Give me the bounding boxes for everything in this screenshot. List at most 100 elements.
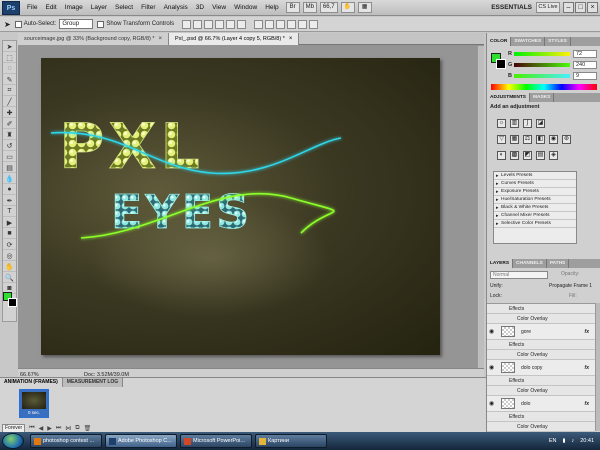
tab-paths[interactable]: PATHS: [547, 259, 570, 268]
3d-orbit-tool-icon[interactable]: ◎: [3, 251, 16, 261]
align-right-icon[interactable]: [237, 19, 247, 29]
history-brush-tool-icon[interactable]: ↺: [3, 141, 16, 151]
brightness-contrast-icon[interactable]: ☼: [497, 119, 506, 128]
layers-scrollbar[interactable]: [595, 303, 600, 431]
threshold-icon[interactable]: ◩: [523, 151, 532, 160]
propagate-frame-checkbox[interactable]: Propagate Frame 1: [549, 283, 592, 289]
play-icon[interactable]: ▶: [47, 425, 52, 432]
eraser-tool-icon[interactable]: ▭: [3, 152, 16, 162]
eye-icon[interactable]: ◉: [489, 324, 494, 340]
tab-adjustments[interactable]: ADJUSTMENTS: [487, 93, 530, 102]
selective-color-icon[interactable]: ◈: [549, 151, 558, 160]
align-bottom-icon[interactable]: [204, 19, 214, 29]
menu-help[interactable]: Help: [261, 0, 282, 16]
invert-icon[interactable]: ◐: [497, 151, 506, 160]
menu-file[interactable]: File: [23, 0, 41, 16]
posterize-icon[interactable]: ▩: [510, 151, 519, 160]
layer-effect-item[interactable]: Color Overlay: [487, 350, 595, 360]
menu-select[interactable]: Select: [111, 0, 137, 16]
fx-icon[interactable]: fx: [585, 324, 589, 340]
rectangle-tool-icon[interactable]: ■: [3, 229, 16, 239]
auto-select-checkbox[interactable]: [14, 20, 22, 28]
3d-rotate-tool-icon[interactable]: ⟳: [3, 240, 16, 250]
menu-window[interactable]: Window: [230, 0, 261, 16]
color-spectrum-ramp[interactable]: [491, 84, 597, 90]
path-selection-tool-icon[interactable]: ▶: [3, 218, 16, 228]
red-slider[interactable]: [514, 51, 570, 56]
canvas-scrollbar[interactable]: [477, 46, 484, 368]
duplicate-frame-icon[interactable]: ⧉: [75, 425, 79, 432]
fx-icon[interactable]: fx: [585, 360, 589, 376]
align-middle-icon[interactable]: [193, 19, 203, 29]
layer-effect-item[interactable]: Color Overlay: [487, 386, 595, 396]
vibrance-icon[interactable]: ▽: [497, 135, 506, 144]
move-tool-icon[interactable]: ➤: [3, 42, 16, 52]
channel-mixer-icon[interactable]: ⊛: [562, 135, 571, 144]
layer-effect-item[interactable]: Color Overlay: [487, 422, 595, 432]
preset-levels[interactable]: Levels Presets: [494, 172, 576, 180]
background-color-swatch[interactable]: [8, 298, 17, 307]
hand-tool-icon[interactable]: ✋: [340, 2, 355, 13]
exposure-icon[interactable]: ◪: [536, 119, 545, 128]
preset-curves[interactable]: Curves Presets: [494, 180, 576, 188]
delete-frame-icon[interactable]: 🗑: [84, 425, 92, 432]
menu-image[interactable]: Image: [61, 0, 87, 16]
type-tool-icon[interactable]: T: [3, 207, 16, 217]
preset-exposure[interactable]: Exposure Presets: [494, 188, 576, 196]
levels-icon[interactable]: ▥: [510, 119, 519, 128]
auto-select-dropdown[interactable]: Group: [59, 19, 94, 29]
preset-selective-color[interactable]: Selective Color Presets: [494, 220, 576, 228]
distribute-middle-icon[interactable]: [265, 19, 275, 29]
minibridge-icon[interactable]: Mb: [302, 2, 317, 13]
tab-color[interactable]: COLOR: [487, 37, 512, 46]
gradient-tool-icon[interactable]: ▤: [3, 163, 16, 173]
previous-frame-icon[interactable]: ◀: [39, 425, 44, 432]
menu-edit[interactable]: Edit: [41, 0, 60, 16]
layer-effects-row[interactable]: Effects: [487, 304, 595, 314]
fx-icon[interactable]: fx: [585, 396, 589, 412]
language-indicator[interactable]: EN: [549, 438, 557, 444]
menu-filter[interactable]: Filter: [137, 0, 159, 16]
taskbar-item-firefox[interactable]: photoshop contest ...: [30, 434, 102, 448]
blend-mode-dropdown[interactable]: Normal: [490, 271, 548, 279]
document-canvas[interactable]: PXL EYES: [41, 58, 440, 355]
quick-select-tool-icon[interactable]: ✎: [3, 75, 16, 85]
align-top-icon[interactable]: [182, 19, 192, 29]
network-icon[interactable]: ▮: [562, 438, 565, 444]
menu-view[interactable]: View: [208, 0, 230, 16]
brush-tool-icon[interactable]: ✐: [3, 119, 16, 129]
close-button[interactable]: ×: [587, 2, 598, 13]
gradient-map-icon[interactable]: ▤: [536, 151, 545, 160]
curves-icon[interactable]: ∫: [523, 119, 532, 128]
marquee-tool-icon[interactable]: ⬚: [3, 53, 16, 63]
distribute-center-icon[interactable]: [298, 19, 308, 29]
color-swatches[interactable]: [3, 292, 17, 308]
blue-slider[interactable]: [514, 73, 570, 78]
start-button[interactable]: [2, 433, 24, 449]
menu-3d[interactable]: 3D: [192, 0, 208, 16]
align-center-icon[interactable]: [226, 19, 236, 29]
first-frame-icon[interactable]: ⏮: [29, 425, 34, 432]
pen-tool-icon[interactable]: ✒: [3, 196, 16, 206]
layer-effects-row[interactable]: Effects: [487, 376, 595, 386]
black-white-icon[interactable]: ◧: [536, 135, 545, 144]
menu-analysis[interactable]: Analysis: [160, 0, 192, 16]
tab-channels[interactable]: CHANNELS: [513, 259, 547, 268]
clock[interactable]: 20:41: [580, 438, 594, 444]
zoom-tool-icon[interactable]: 🔍: [3, 273, 16, 283]
maximize-button[interactable]: □: [575, 2, 586, 13]
green-value-input[interactable]: 240: [573, 60, 597, 69]
next-frame-icon[interactable]: ⏭: [56, 425, 61, 432]
layer-row[interactable]: ◉ gore fx: [487, 324, 595, 340]
tab-measurement-log[interactable]: MEASUREMENT LOG: [62, 378, 124, 387]
distribute-top-icon[interactable]: [254, 19, 264, 29]
lasso-tool-icon[interactable]: ◌: [3, 64, 16, 74]
tween-icon[interactable]: ⋈: [65, 425, 71, 432]
taskbar-item-photoshop[interactable]: Adobe Photoshop C...: [105, 434, 177, 448]
eye-icon[interactable]: ◉: [489, 396, 494, 412]
crop-tool-icon[interactable]: ⌗: [3, 86, 16, 96]
dodge-tool-icon[interactable]: ●: [3, 185, 16, 195]
distribute-left-icon[interactable]: [287, 19, 297, 29]
tab-swatches[interactable]: SWATCHES: [511, 37, 546, 46]
cs-live-button[interactable]: CS Live: [536, 2, 560, 13]
